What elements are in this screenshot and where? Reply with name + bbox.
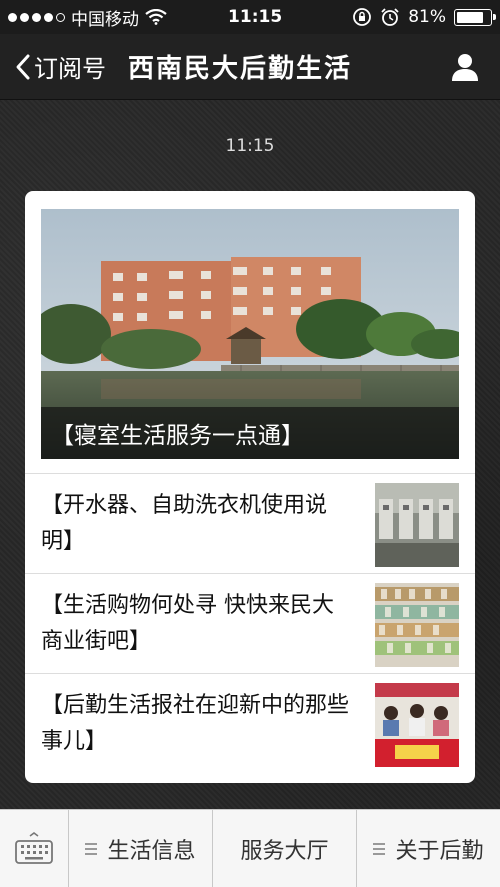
person-icon xyxy=(452,53,478,81)
keyboard-toggle-button[interactable] xyxy=(0,810,69,887)
wifi-icon xyxy=(145,9,167,25)
profile-button[interactable] xyxy=(430,34,500,99)
battery-icon xyxy=(454,8,496,26)
menu-label: 服务大厅 xyxy=(240,838,329,864)
news-card: 【寝室生活服务一点通】 【开水器、自助洗衣机使用说明】 【生活购物何处寻 快快来… xyxy=(25,191,475,783)
menu-label: 生活信息 xyxy=(107,838,196,864)
status-bar: 中国移动 11:15 81% xyxy=(0,0,500,34)
back-label: 订阅号 xyxy=(34,55,106,83)
signal-strength-icon xyxy=(8,12,65,22)
rotation-lock-icon xyxy=(353,8,372,26)
menu-life-info[interactable]: 生活信息 xyxy=(69,810,213,887)
bottom-menu-bar: 生活信息 服务大厅 关于后勤 xyxy=(0,809,500,887)
article-item[interactable]: 【后勤生活报社在迎新中的那些事儿】 xyxy=(25,673,475,773)
article-thumbnail xyxy=(375,683,459,767)
battery-level xyxy=(457,11,483,23)
article-thumbnail xyxy=(375,483,459,567)
back-button[interactable]: 订阅号 xyxy=(0,34,128,99)
cover-article[interactable]: 【寝室生活服务一点通】 xyxy=(41,209,459,459)
menu-label: 关于后勤 xyxy=(395,838,484,864)
article-thumbnail xyxy=(375,583,459,667)
message-timestamp: 11:15 xyxy=(225,136,275,156)
chevron-left-icon xyxy=(16,54,30,79)
status-right: 81% xyxy=(352,7,496,27)
article-title: 【生活购物何处寻 快快来民大商业街吧】 xyxy=(41,593,334,654)
article-item[interactable]: 【开水器、自助洗衣机使用说明】 xyxy=(25,473,475,573)
nav-bar: 订阅号 西南民大后勤生活 xyxy=(0,34,500,100)
menu-service-hall[interactable]: 服务大厅 xyxy=(213,810,357,887)
status-left: 中国移动 xyxy=(8,5,198,30)
menu-about-logistics[interactable]: 关于后勤 xyxy=(357,810,500,887)
status-time: 11:15 xyxy=(228,7,283,27)
battery-percent: 81% xyxy=(408,7,446,27)
keyboard-icon xyxy=(15,831,53,864)
chat-area: 11:15 【寝室生活服务一点通】 【开水器、自助洗衣机使用说明】 【生活购物何… xyxy=(0,100,500,809)
cover-title: 【寝室生活服务一点通】 xyxy=(41,407,459,459)
menu-lines-icon xyxy=(373,842,386,855)
article-item[interactable]: 【生活购物何处寻 快快来民大商业街吧】 xyxy=(25,573,475,673)
alarm-icon xyxy=(381,8,399,26)
article-title: 【开水器、自助洗衣机使用说明】 xyxy=(41,493,328,554)
page-title: 西南民大后勤生活 xyxy=(128,54,353,84)
article-title: 【后勤生活报社在迎新中的那些事儿】 xyxy=(41,693,350,754)
carrier-label: 中国移动 xyxy=(71,9,139,30)
menu-lines-icon xyxy=(85,842,98,855)
